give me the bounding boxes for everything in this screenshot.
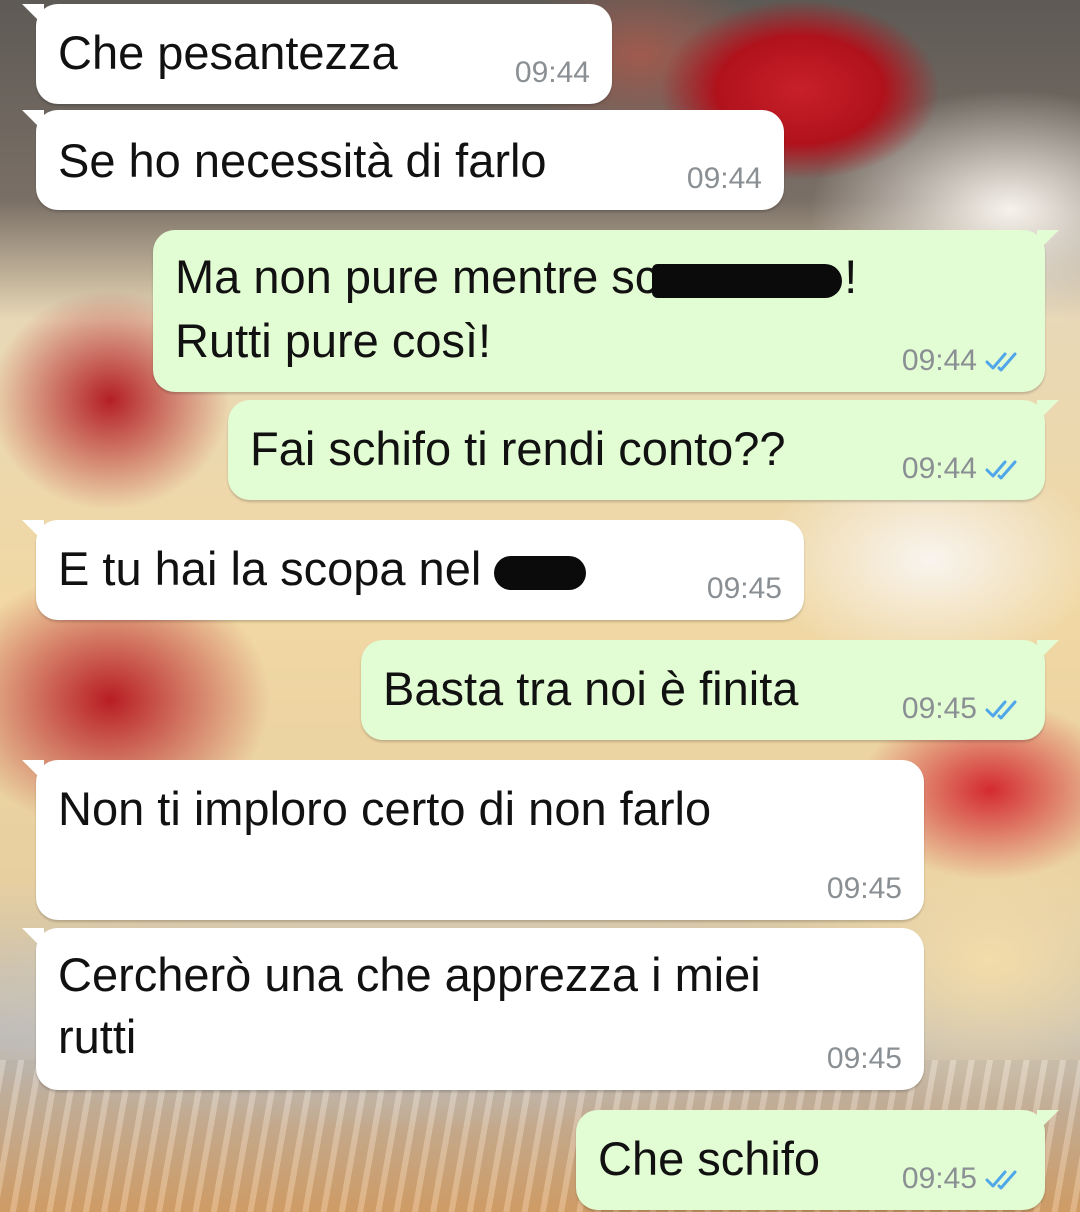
- message-time: 09:45: [901, 1162, 977, 1195]
- message-time: 09:44: [901, 344, 977, 377]
- message-text-part: E tu hai la scopa nel: [58, 542, 495, 595]
- message-text-line: Cercherò una che apprezza i miei: [58, 948, 761, 1001]
- message-time: 09:45: [826, 1042, 902, 1075]
- redaction-mark: [494, 555, 587, 590]
- message-text-line: Ma non pure mentre sc!: [175, 246, 857, 308]
- message-incoming[interactable]: Che pesantezza 09:44: [22, 4, 612, 104]
- message-text-part: Ma non pure mentre sc: [175, 250, 659, 303]
- redaction-mark: [652, 263, 843, 298]
- message-text: Fai schifo ti rendi conto??: [250, 422, 786, 475]
- message-outgoing[interactable]: Ma non pure mentre sc! Rutti pure così! …: [153, 230, 1059, 392]
- message-time: 09:45: [901, 692, 977, 725]
- message-incoming[interactable]: Cercherò una che apprezza i miei rutti 0…: [22, 928, 924, 1090]
- double-check-icon: [985, 700, 1017, 720]
- message-text: Non ti imploro certo di non farlo: [58, 782, 712, 835]
- message-outgoing[interactable]: Basta tra noi è finita 09:45: [361, 640, 1059, 740]
- message-incoming[interactable]: Se ho necessità di farlo 09:44: [22, 110, 784, 210]
- message-text: Se ho necessità di farlo: [58, 134, 547, 187]
- message-outgoing[interactable]: Fai schifo ti rendi conto?? 09:44: [228, 400, 1059, 500]
- message-time: 09:44: [514, 56, 590, 89]
- message-text: Basta tra noi è finita: [383, 662, 799, 715]
- double-check-icon: [985, 1170, 1017, 1190]
- message-time: 09:45: [826, 872, 902, 905]
- message-text: Che schifo: [598, 1132, 821, 1185]
- double-check-icon: [985, 352, 1017, 372]
- message-time: 09:44: [686, 162, 762, 195]
- message-time: 09:45: [706, 572, 782, 605]
- message-time: 09:44: [901, 452, 977, 485]
- message-incoming[interactable]: E tu hai la scopa nel 09:45: [22, 520, 804, 620]
- message-text-line: rutti: [58, 1010, 137, 1063]
- message-text-line: Rutti pure così!: [175, 314, 492, 367]
- double-check-icon: [985, 460, 1017, 480]
- message-text: Che pesantezza: [58, 26, 398, 79]
- message-text-line: E tu hai la scopa nel: [58, 538, 587, 600]
- message-text-part: !: [844, 250, 858, 303]
- message-outgoing[interactable]: Che schifo 09:45: [576, 1110, 1059, 1210]
- message-incoming[interactable]: Non ti imploro certo di non farlo 09:45: [22, 760, 924, 920]
